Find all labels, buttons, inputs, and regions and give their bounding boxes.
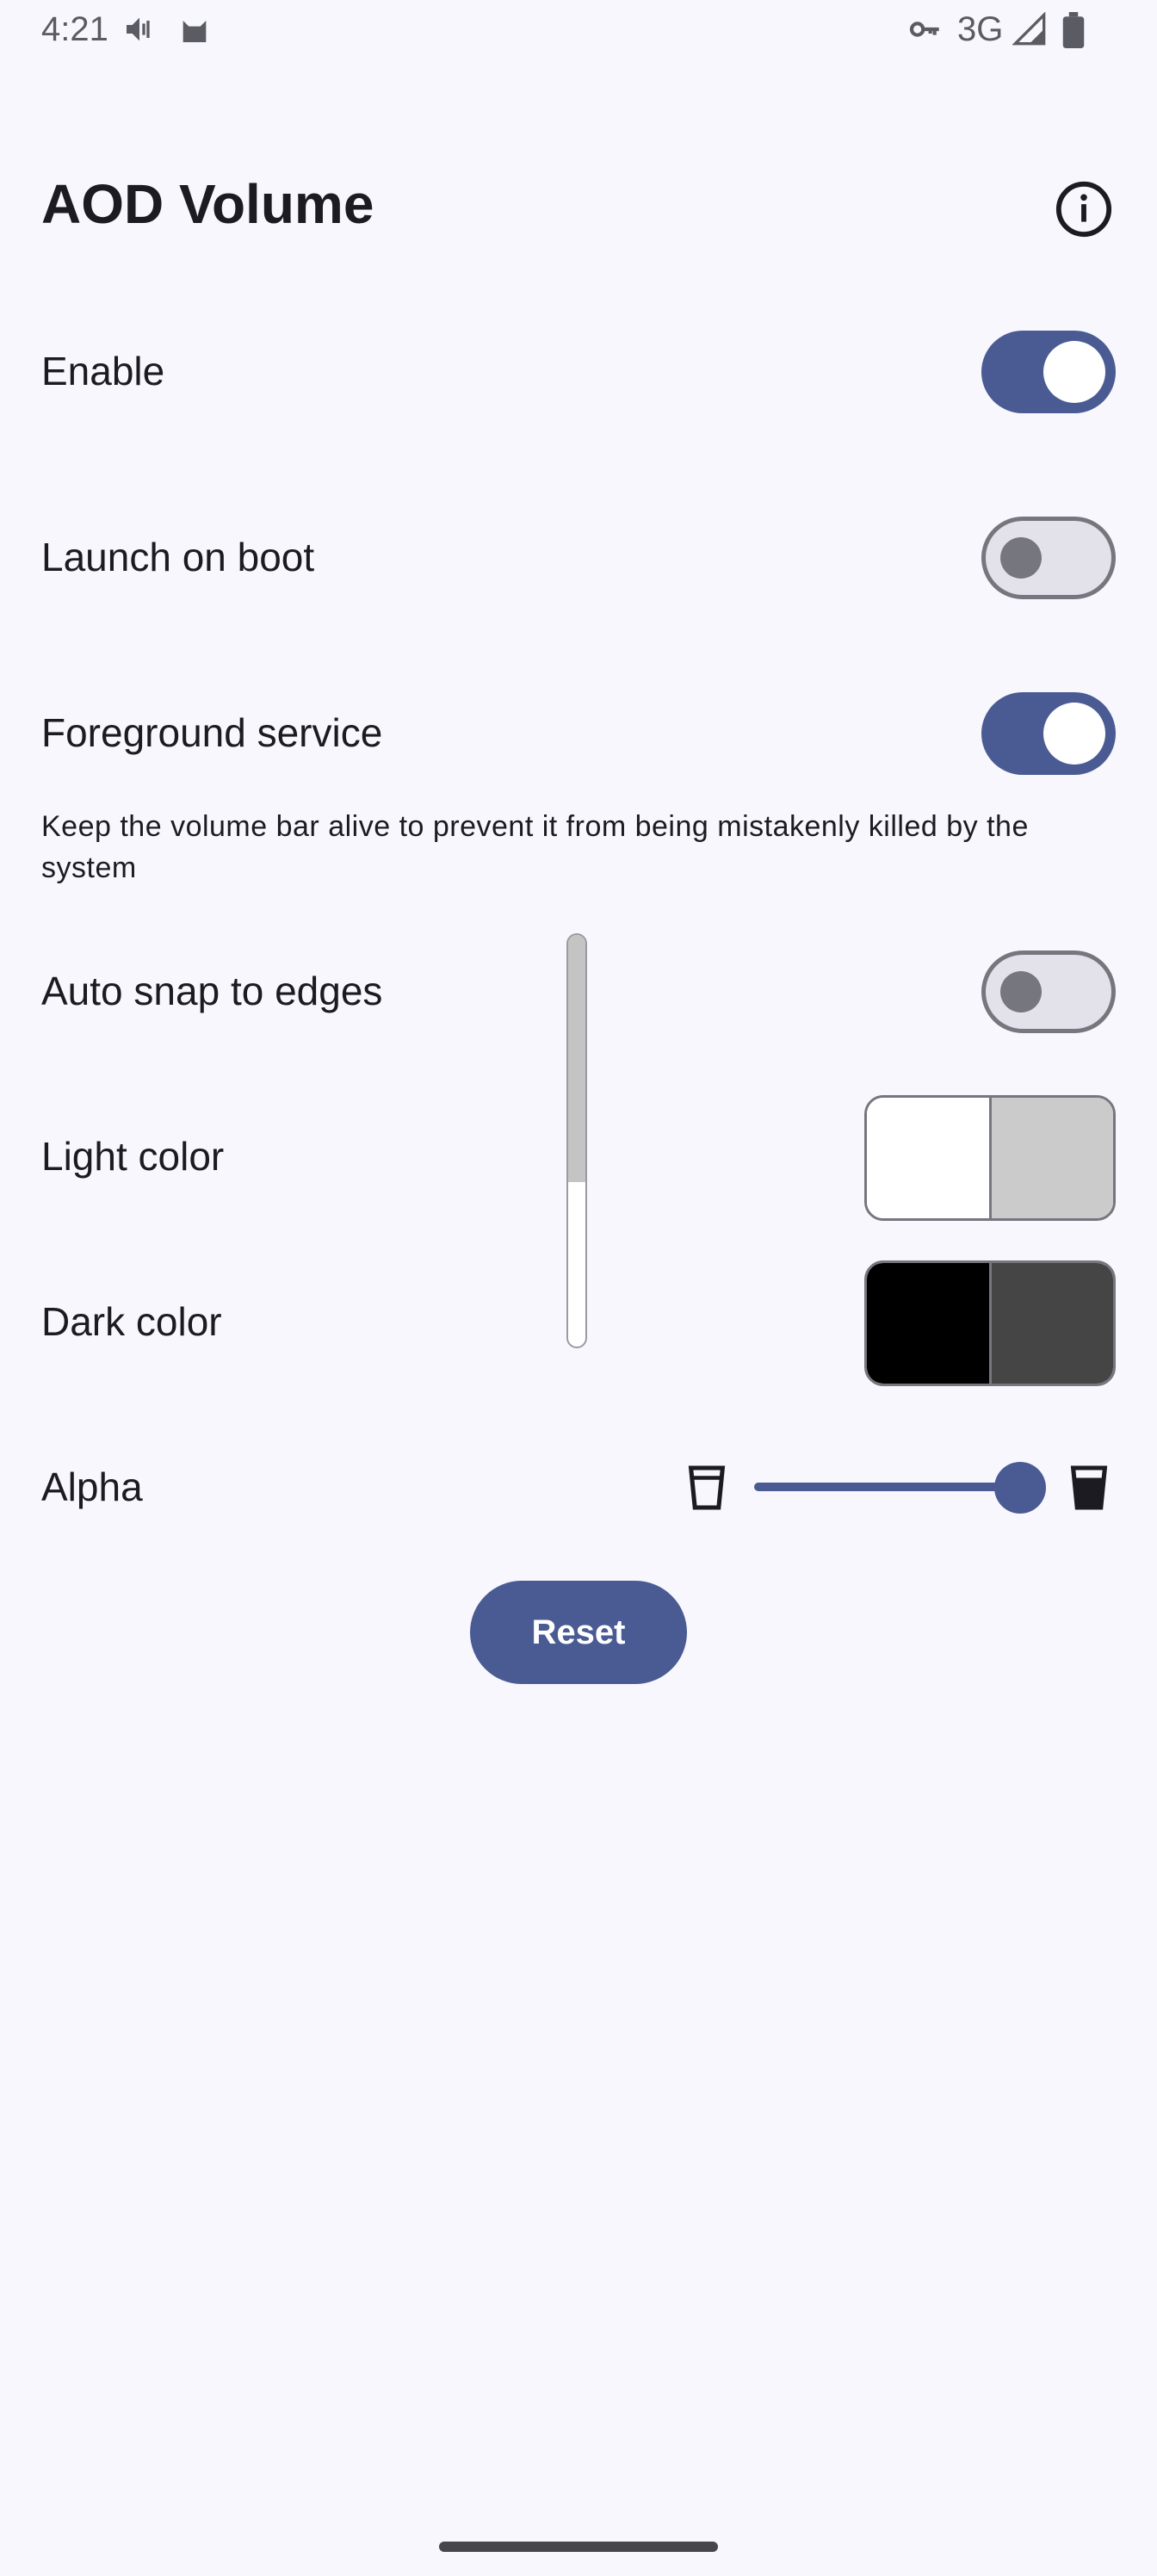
- dark-color-label: Dark color: [41, 1299, 222, 1344]
- status-time: 4:21: [41, 10, 108, 48]
- launch-on-boot-switch[interactable]: [981, 517, 1116, 599]
- alpha-slider-thumb[interactable]: [994, 1462, 1046, 1514]
- dark-color-swatches: [864, 1260, 1116, 1386]
- dark-color-swatch-primary[interactable]: [867, 1263, 989, 1384]
- foreground-service-label: Foreground service: [41, 710, 383, 755]
- alpha-slider-active: [754, 1483, 1020, 1491]
- foreground-service-switch[interactable]: [981, 692, 1116, 775]
- enable-switch[interactable]: [981, 331, 1116, 413]
- home-indicator[interactable]: [439, 2542, 718, 2552]
- volume-bar-preview-fill: [568, 935, 585, 1182]
- glass-full-icon: [1070, 1465, 1108, 1510]
- info-icon[interactable]: [1054, 179, 1114, 239]
- signal-icon: [1012, 12, 1046, 46]
- reset-button[interactable]: Reset: [470, 1581, 687, 1684]
- auto-snap-label: Auto snap to edges: [41, 969, 383, 1013]
- cat-icon: [183, 21, 207, 42]
- network-type: 3G: [957, 10, 1004, 48]
- auto-snap-switch[interactable]: [981, 951, 1116, 1033]
- light-color-label: Light color: [41, 1134, 225, 1179]
- dark-color-swatch-secondary[interactable]: [988, 1263, 1113, 1384]
- vpn-key-icon: [909, 22, 939, 37]
- launch-on-boot-label: Launch on boot: [41, 535, 315, 579]
- light-color-swatch-secondary[interactable]: [988, 1098, 1113, 1218]
- light-color-swatches: [864, 1095, 1116, 1221]
- status-bar: 4:21 3G: [0, 0, 1157, 62]
- switch-thumb: [1000, 971, 1042, 1012]
- switch-thumb: [1000, 537, 1042, 579]
- volume-bar-preview: [566, 933, 587, 1348]
- page-title: AOD Volume: [41, 173, 374, 235]
- volume-icon: [127, 17, 150, 41]
- switch-thumb: [1043, 341, 1105, 403]
- glass-empty-icon: [688, 1465, 726, 1510]
- switch-thumb: [1043, 703, 1105, 765]
- light-color-swatch-primary[interactable]: [867, 1098, 989, 1218]
- alpha-label: Alpha: [41, 1464, 143, 1509]
- battery-icon: [1062, 12, 1085, 48]
- foreground-service-description: Keep the volume bar alive to prevent it …: [41, 810, 1029, 884]
- enable-label: Enable: [41, 349, 165, 393]
